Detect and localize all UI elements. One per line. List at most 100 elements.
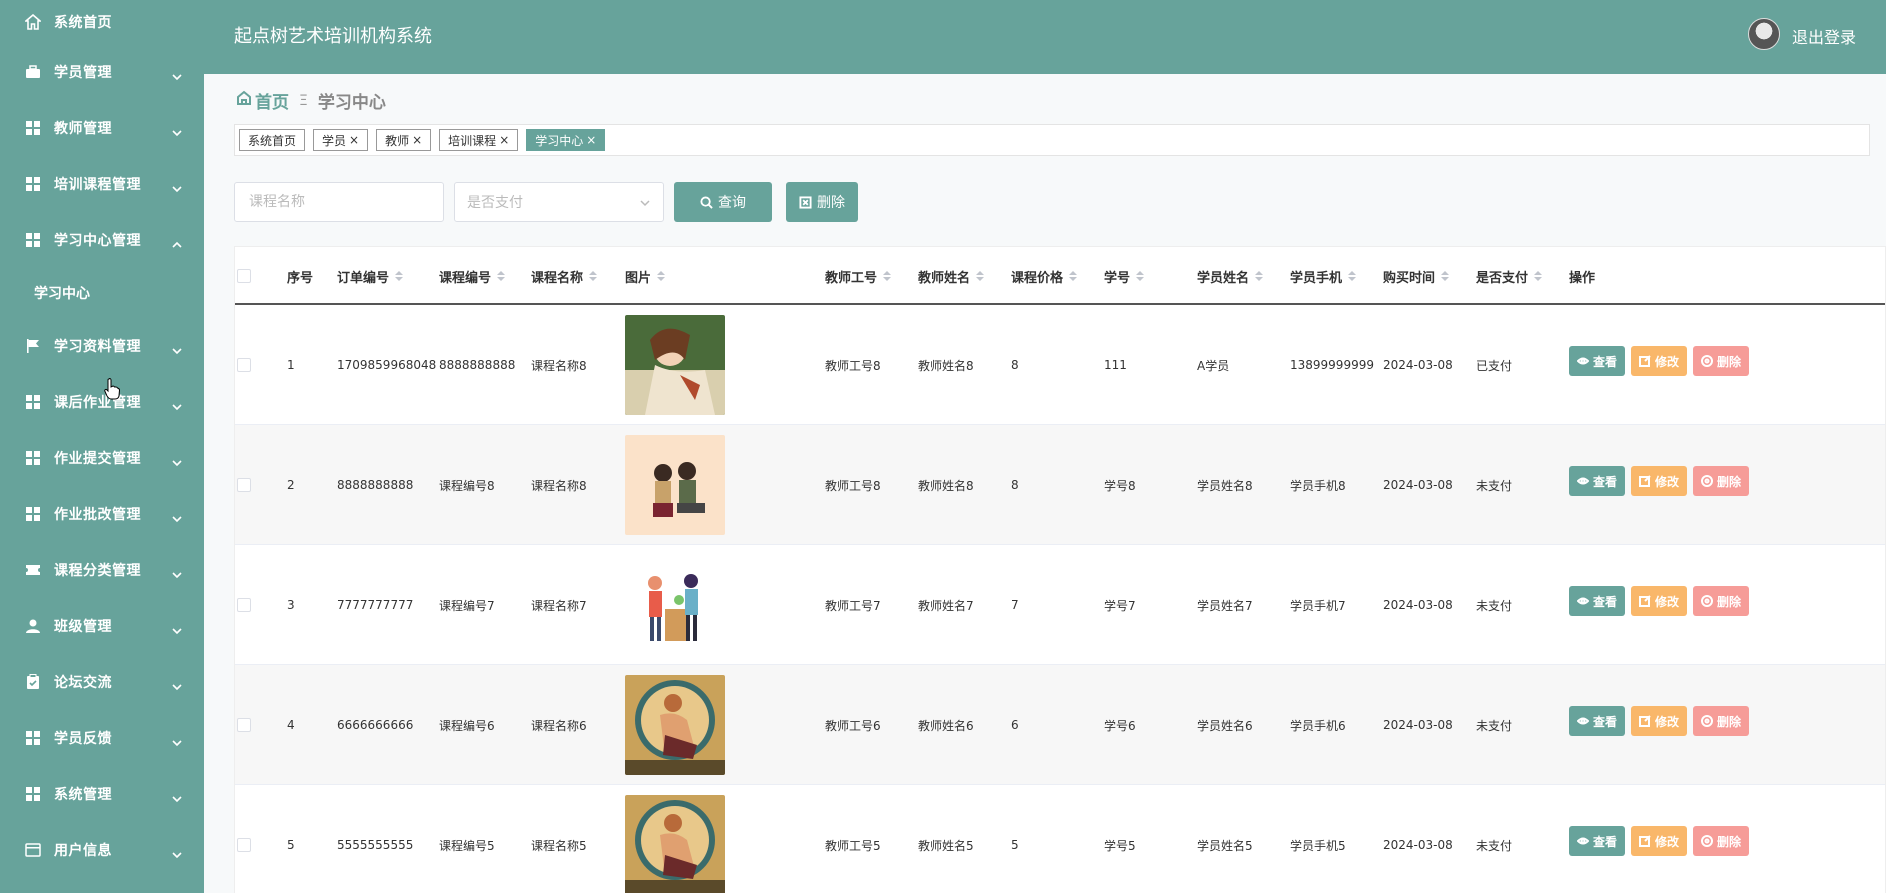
sidebar-item-teachers[interactable]: 教师管理 <box>0 100 204 156</box>
sort-icon[interactable] <box>883 271 892 281</box>
chevron-down-icon <box>172 179 182 193</box>
column-header[interactable]: 学员姓名 <box>1197 247 1264 305</box>
delete-circle-icon <box>1701 835 1714 847</box>
sidebar-item-user-info[interactable]: 用户信息 <box>0 822 204 878</box>
column-header[interactable]: 教师姓名 <box>918 247 985 305</box>
cell-order-no: 8888888888 <box>337 478 414 492</box>
sidebar-subitem-study-center[interactable]: 学习中心 <box>0 268 204 318</box>
column-header[interactable]: 教师工号 <box>825 247 892 305</box>
edit-label: 修改 <box>1655 714 1680 729</box>
delete-button[interactable]: 删除 <box>1693 826 1750 856</box>
tag-students[interactable]: 学员 × <box>313 129 369 151</box>
sort-icon[interactable] <box>1348 271 1357 281</box>
flag-icon <box>24 337 42 355</box>
grid-icon <box>24 449 42 467</box>
view-button[interactable]: 查看 <box>1569 826 1626 856</box>
cell-paid: 已支付 <box>1476 358 1513 373</box>
breadcrumb-home[interactable]: 首页 <box>255 88 289 113</box>
column-header[interactable]: 订单编号 <box>337 247 404 305</box>
batch-delete-button[interactable]: 删除 <box>786 182 858 222</box>
delete-button[interactable]: 删除 <box>1693 346 1750 376</box>
sidebar-item-students[interactable]: 学员管理 <box>0 44 204 100</box>
row-checkbox[interactable] <box>237 718 251 732</box>
delete-button[interactable]: 删除 <box>1693 466 1750 496</box>
select-all-checkbox[interactable] <box>237 269 251 283</box>
sidebar-item-label: 论坛交流 <box>54 675 112 691</box>
row-checkbox[interactable] <box>237 838 251 852</box>
course-image[interactable] <box>625 315 725 415</box>
column-header[interactable]: 课程名称 <box>531 247 598 305</box>
sort-icon[interactable] <box>1255 271 1264 281</box>
delete-button[interactable]: 删除 <box>1693 706 1750 736</box>
tag-home[interactable]: 系统首页 <box>239 129 306 151</box>
edit-button[interactable]: 修改 <box>1631 706 1688 736</box>
cell-student-no: 学号8 <box>1104 478 1136 493</box>
row-checkbox[interactable] <box>237 598 251 612</box>
row-checkbox[interactable] <box>237 358 251 372</box>
course-image[interactable] <box>625 435 725 535</box>
sort-icon[interactable] <box>395 271 404 281</box>
column-header[interactable]: 课程编号 <box>439 247 506 305</box>
edit-icon <box>1639 475 1651 487</box>
sidebar-item-materials[interactable]: 学习资料管理 <box>0 318 204 374</box>
edit-button[interactable]: 修改 <box>1631 466 1688 496</box>
view-button[interactable]: 查看 <box>1569 466 1626 496</box>
tag-study-center[interactable]: 学习中心 × <box>526 129 606 151</box>
view-button[interactable]: 查看 <box>1569 586 1626 616</box>
sidebar-item-home[interactable]: 系统首页 <box>0 0 204 44</box>
sort-icon[interactable] <box>589 271 598 281</box>
sidebar-item-forum[interactable]: 论坛交流 <box>0 654 204 710</box>
tag-teachers[interactable]: 教师 × <box>376 129 432 151</box>
edit-button[interactable]: 修改 <box>1631 346 1688 376</box>
sidebar-item-courses[interactable]: 培训课程管理 <box>0 156 204 212</box>
row-checkbox[interactable] <box>237 478 251 492</box>
avatar[interactable] <box>1748 18 1780 50</box>
logout-button[interactable]: 退出登录 <box>1792 24 1856 48</box>
edit-button[interactable]: 修改 <box>1631 586 1688 616</box>
sidebar-item-grading[interactable]: 作业批改管理 <box>0 486 204 542</box>
cell-teacher-name: 教师姓名8 <box>918 358 974 373</box>
tag-courses[interactable]: 培训课程 × <box>439 129 519 151</box>
query-button[interactable]: 查询 <box>674 182 772 222</box>
view-button[interactable]: 查看 <box>1569 706 1626 736</box>
sidebar-item-homework[interactable]: 课后作业管理 <box>0 374 204 430</box>
column-header[interactable]: 购买时间 <box>1383 247 1450 305</box>
close-icon[interactable]: × <box>586 133 596 147</box>
tag-label: 学员 <box>322 133 347 148</box>
course-image[interactable] <box>625 795 725 893</box>
sort-icon[interactable] <box>976 271 985 281</box>
sidebar-item-submissions[interactable]: 作业提交管理 <box>0 430 204 486</box>
course-image[interactable] <box>625 555 725 655</box>
column-header[interactable]: 学员手机 <box>1290 247 1357 305</box>
cell-teacher-id: 教师工号7 <box>825 598 881 613</box>
close-icon[interactable]: × <box>349 133 359 147</box>
column-header[interactable]: 是否支付 <box>1476 247 1543 305</box>
sidebar-item-categories[interactable]: 课程分类管理 <box>0 542 204 598</box>
breadcrumb-separator: Ξ <box>299 92 308 109</box>
view-button[interactable]: 查看 <box>1569 346 1626 376</box>
sort-icon[interactable] <box>1136 271 1145 281</box>
course-name-input[interactable] <box>234 182 444 222</box>
close-icon[interactable]: × <box>412 133 422 147</box>
sort-icon[interactable] <box>657 271 666 281</box>
sidebar-item-classes[interactable]: 班级管理 <box>0 598 204 654</box>
column-header[interactable]: 图片 <box>625 247 666 305</box>
column-header[interactable]: 课程价格 <box>1011 247 1078 305</box>
delete-label: 删除 <box>1717 834 1742 849</box>
paid-select[interactable]: 是否支付 <box>454 182 664 222</box>
sidebar-item-study-center[interactable]: 学习中心管理 <box>0 212 204 268</box>
column-header[interactable]: 学号 <box>1104 247 1145 305</box>
sort-icon[interactable] <box>497 271 506 281</box>
sort-icon[interactable] <box>1069 271 1078 281</box>
app-title: 起点树艺术培训机构系统 <box>234 26 432 47</box>
edit-button[interactable]: 修改 <box>1631 826 1688 856</box>
delete-button[interactable]: 删除 <box>1693 586 1750 616</box>
sidebar-item-feedback[interactable]: 学员反馈 <box>0 710 204 766</box>
cell-phone: 学员手机6 <box>1290 718 1346 733</box>
sort-icon[interactable] <box>1441 271 1450 281</box>
close-icon[interactable]: × <box>499 133 509 147</box>
cell-price: 6 <box>1011 718 1019 732</box>
sidebar-item-system[interactable]: 系统管理 <box>0 766 204 822</box>
sort-icon[interactable] <box>1534 271 1543 281</box>
course-image[interactable] <box>625 675 725 775</box>
